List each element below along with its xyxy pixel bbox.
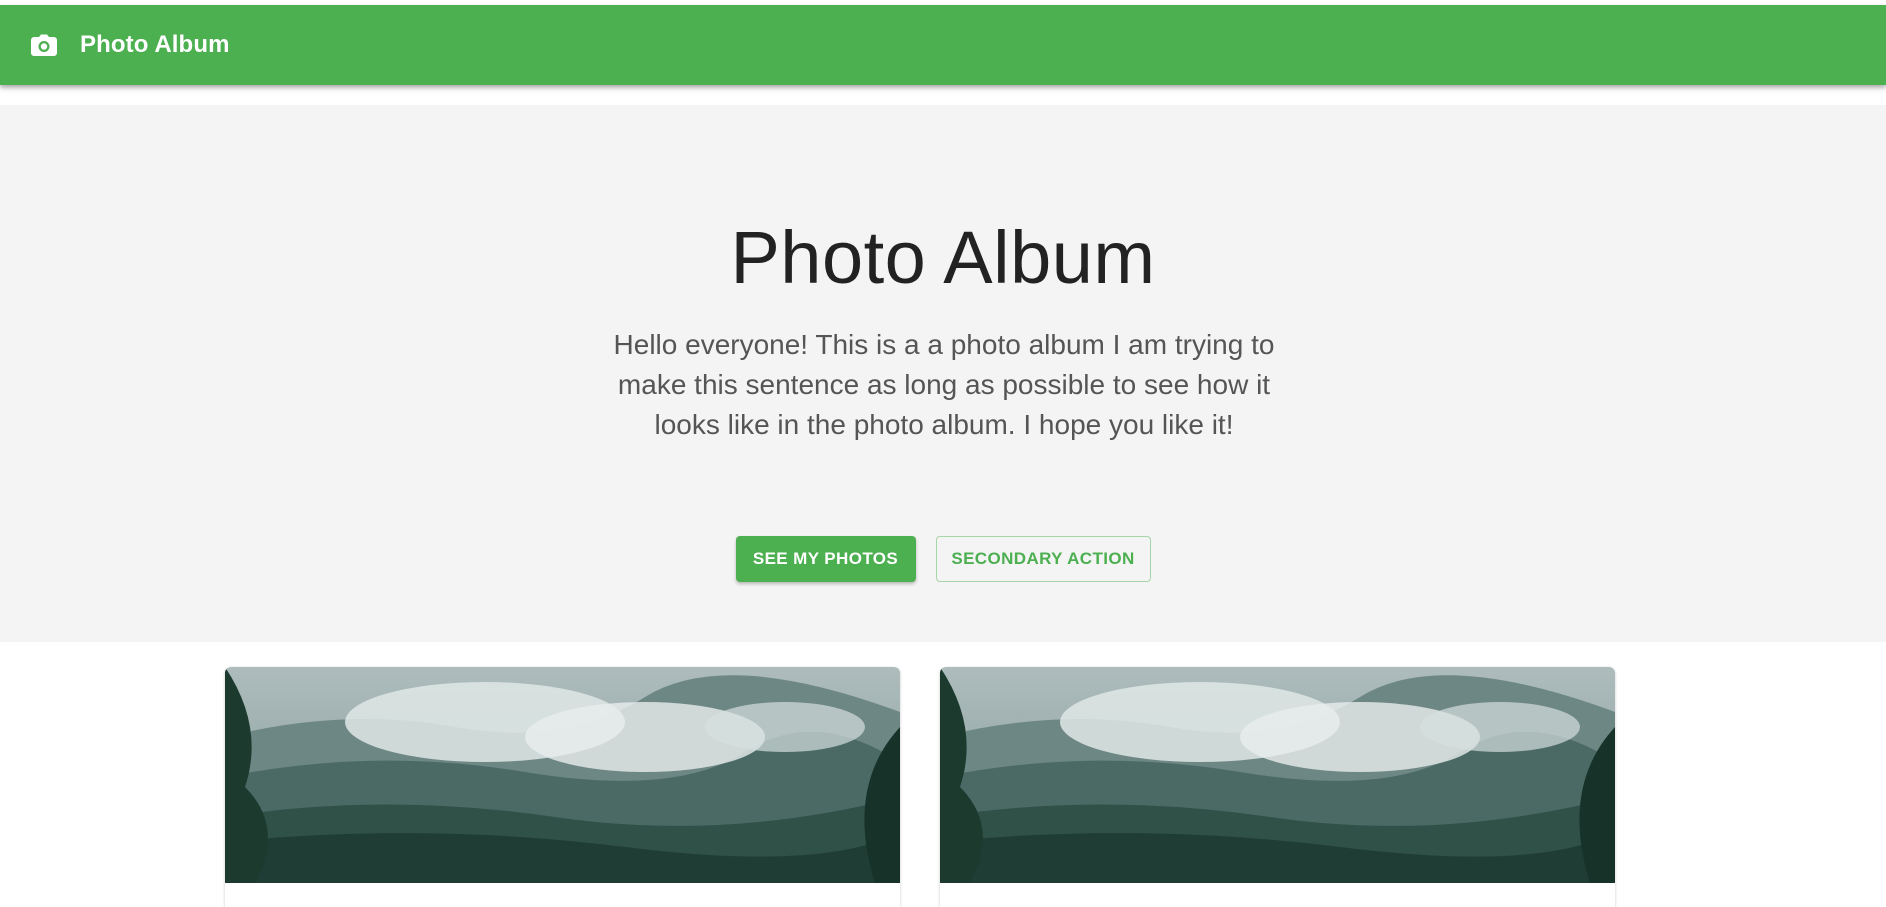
hero-section: Photo Album Hello everyone! This is a a … — [0, 105, 1886, 642]
see-my-photos-button[interactable]: SEE MY PHOTOS — [735, 536, 916, 582]
secondary-action-button[interactable]: SECONDARY ACTION — [935, 536, 1151, 582]
app-title: Photo Album — [80, 31, 230, 58]
page-title: Photo Album — [730, 216, 1156, 299]
app-bar: Photo Album — [0, 5, 1886, 85]
photo-image — [225, 667, 900, 883]
photo-card[interactable] — [225, 667, 900, 907]
photo-image — [940, 667, 1615, 883]
camera-icon — [30, 31, 58, 59]
photo-card[interactable] — [940, 667, 1615, 907]
hero-description: Hello everyone! This is a a photo album … — [613, 329, 1275, 440]
hero-actions: SEE MY PHOTOS SECONDARY ACTION — [0, 536, 1886, 582]
photo-grid — [225, 667, 1616, 907]
